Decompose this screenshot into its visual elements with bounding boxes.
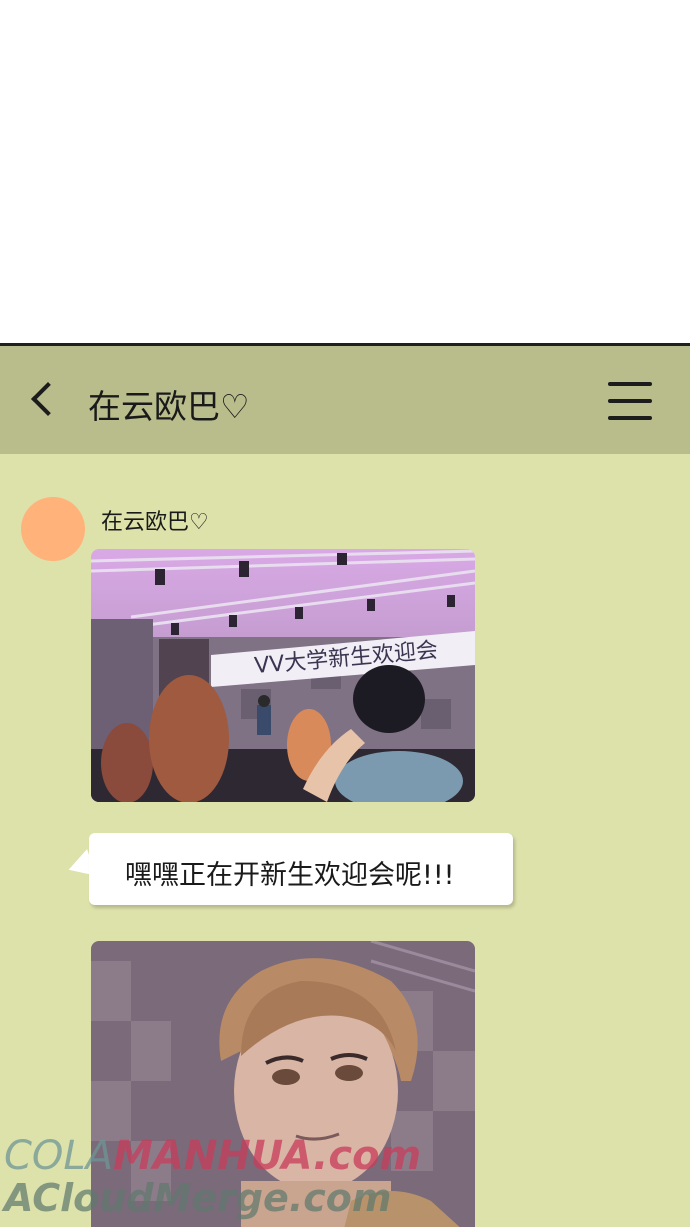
back-arrow-icon[interactable]: [22, 376, 66, 422]
chat-header: 在云欧巴♡: [0, 346, 690, 454]
watermark-line-1: COLAMANHUA.com: [4, 1133, 422, 1179]
watermark-line-2: ACloudMerge.com: [4, 1176, 392, 1220]
sender-name: 在云欧巴♡: [101, 510, 209, 535]
image-message-concert[interactable]: VV大学新生欢迎会: [91, 549, 475, 802]
hamburger-menu-icon[interactable]: [604, 380, 654, 422]
chat-title: 在云欧巴♡: [88, 387, 250, 426]
message-text: 嘿嘿正在开新生欢迎会呢!!!: [125, 860, 455, 891]
chat-screen: 在云欧巴♡ 在云欧巴♡ VV大学新生欢迎会 嘿嘿正在开新生欢迎会呢!!!: [0, 343, 690, 1227]
avatar[interactable]: [21, 497, 85, 561]
concert-photo: VV大学新生欢迎会: [91, 549, 475, 802]
blank-top-area: [0, 0, 690, 343]
message-bubble[interactable]: 嘿嘿正在开新生欢迎会呢!!!: [89, 833, 513, 905]
